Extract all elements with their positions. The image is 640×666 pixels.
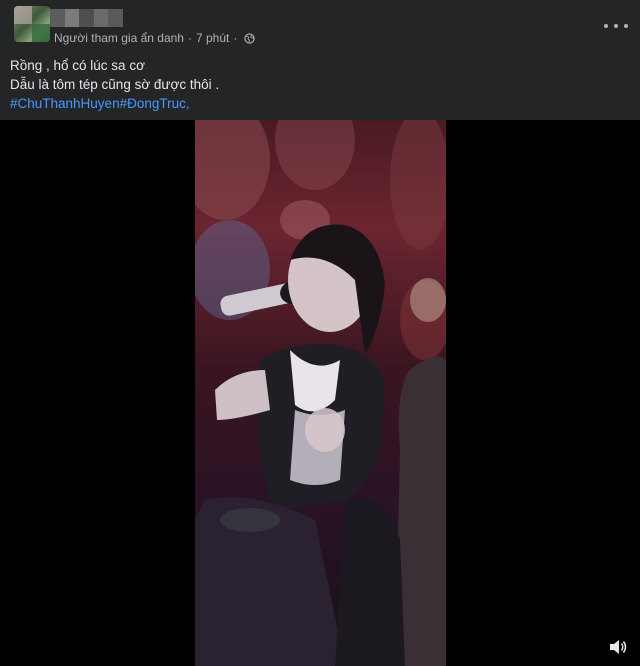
hashtag-suffix: , bbox=[185, 96, 190, 111]
video-player[interactable] bbox=[0, 120, 640, 666]
globe-icon[interactable] bbox=[244, 32, 256, 44]
post-text: Rồng , hổ có lúc sa cơ Dẫu là tôm tép cũ… bbox=[10, 56, 219, 113]
hashtag-link[interactable]: #ChuThanhHuyen bbox=[10, 96, 120, 111]
more-options-icon[interactable] bbox=[604, 18, 628, 34]
video-frame[interactable] bbox=[195, 120, 446, 666]
blurred-author-name bbox=[50, 9, 123, 27]
speaker-icon[interactable] bbox=[608, 638, 628, 656]
meta-separator: · bbox=[233, 31, 238, 45]
author-label[interactable]: Người tham gia ẩn danh bbox=[54, 31, 184, 45]
hashtag-link[interactable]: #ĐongTruc bbox=[120, 96, 186, 111]
post-text-line: Dẫu là tôm tép cũng sờ được thôi . bbox=[10, 77, 220, 92]
post-timestamp[interactable]: 7 phút bbox=[196, 31, 229, 45]
post-header: Người tham gia ẩn danh · 7 phút · bbox=[0, 0, 640, 52]
hashtags: #ChuThanhHuyen#ĐongTruc, bbox=[10, 94, 219, 113]
post-meta: Người tham gia ẩn danh · 7 phút · bbox=[54, 31, 256, 45]
post-text-line: Rồng , hổ có lúc sa cơ bbox=[10, 58, 145, 73]
avatar[interactable] bbox=[14, 6, 50, 42]
meta-separator: · bbox=[187, 31, 192, 45]
feed-post: Người tham gia ẩn danh · 7 phút · Rồng ,… bbox=[0, 0, 640, 666]
